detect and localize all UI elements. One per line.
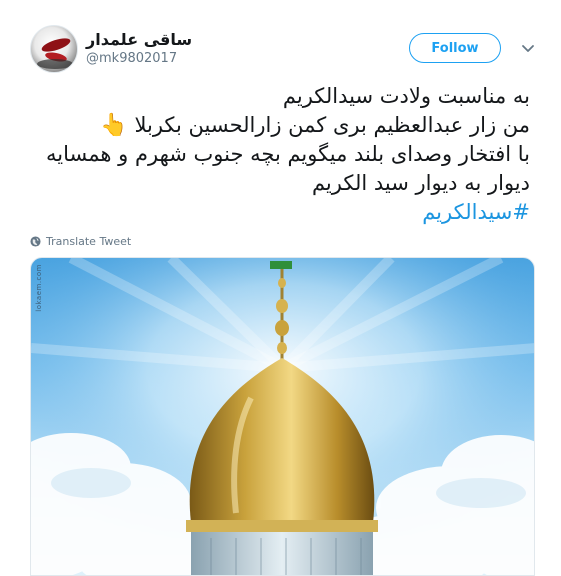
translate-tweet-label: Translate Tweet [46,235,132,248]
tweet-text: به مناسبت ولادت سیدالکریم من زار عبدالعظ… [30,82,530,227]
image-watermark: lokaem.com [35,264,43,312]
avatar[interactable] [30,25,78,73]
tweet-text-line-3: با افتخار وصدای بلند میگویم بچه جنوب شهر… [46,142,530,166]
translate-tweet-link[interactable]: Translate Tweet [30,235,131,248]
tweet-media-image[interactable]: lokaem.com [30,257,535,576]
chevron-down-icon[interactable] [520,40,536,56]
tweet-header: ساقی علمدار @mk9802017 Follow [0,0,561,80]
tweet-text-line-1: به مناسبت ولادت سیدالکریم [282,84,530,108]
tweet-text-line-4: دیوار به دیوار سید الکریم [311,171,530,195]
globe-icon [30,236,41,247]
author-display-name[interactable]: ساقی علمدار [86,30,192,49]
tweet-text-line-2-text: من زار عبدالعظیم بری کمن زارالحسین بکربل… [134,113,530,137]
author-handle[interactable]: @mk9802017 [86,51,177,66]
follow-button[interactable]: Follow [409,33,501,63]
pointing-hand-icon: 👆 [100,113,128,138]
shrine-dome-image [31,258,534,575]
tweet-text-line-2: من زار عبدالعظیم بری کمن زارالحسین بکربل… [30,111,530,140]
hashtag-link[interactable]: #سیدالکریم [30,198,530,227]
